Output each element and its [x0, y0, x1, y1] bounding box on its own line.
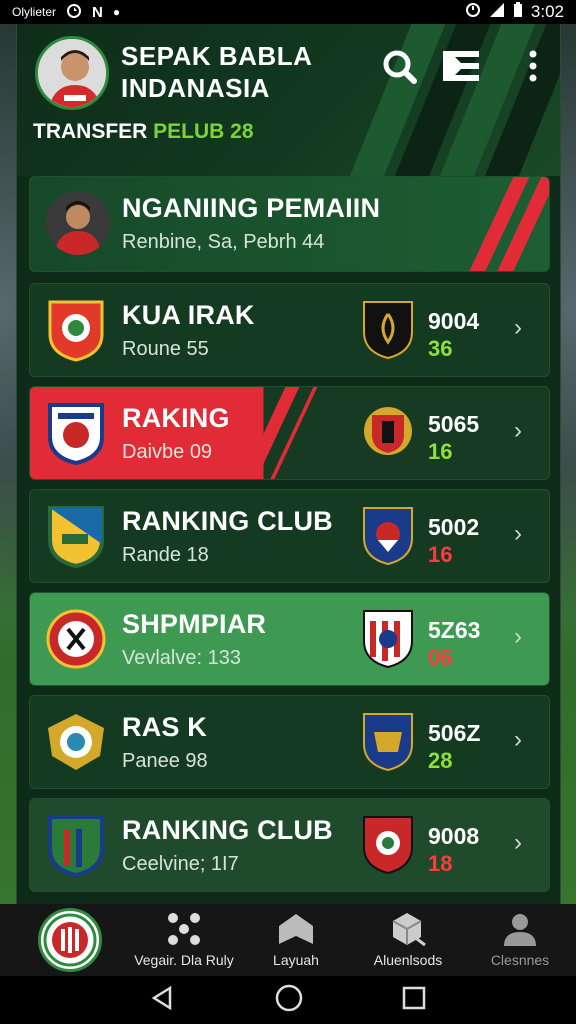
chevron-right-icon[interactable]: › — [514, 314, 522, 342]
club-name: SHPMPIAR — [122, 609, 267, 639]
featured-title: NGANIING PEMAIIN — [122, 193, 381, 223]
carrier-label: Olylieter — [12, 5, 57, 19]
chevron-right-icon[interactable]: › — [514, 829, 522, 857]
club-name: RANKING CLUB — [122, 506, 333, 536]
score-secondary: 36 — [428, 336, 453, 361]
club-name: RAS K — [122, 712, 208, 742]
app-header: SEPAK BABLA INDANASIA TRANSFER PELUB 28 — [17, 24, 560, 176]
clock: 3:02 — [530, 2, 564, 21]
more-vertical-icon[interactable] — [513, 46, 553, 86]
score-primary: 5Z63 — [428, 617, 481, 643]
score-secondary: 16 — [428, 542, 453, 567]
notification-icon: N — [92, 3, 103, 21]
list-item[interactable]: RAKING Daivbe 09 5065 16 › — [29, 386, 550, 480]
opponent-crest-icon — [360, 504, 416, 566]
club-crest-icon — [44, 401, 108, 466]
app-title: SEPAK BABLA INDANASIA — [121, 41, 312, 103]
nav-item-ranking[interactable]: Vegair. Dla Ruly — [128, 904, 240, 976]
list-item[interactable]: KUA IRAK Roune 55 9004 36 › — [29, 283, 550, 377]
nav-label: Aluenlsods — [373, 952, 443, 968]
nav-label: Layuah — [273, 952, 319, 968]
club-round: Roune 55 — [122, 338, 209, 360]
list-item[interactable]: RANKING CLUB Ceelvine; 1I7 9008 18 › — [29, 798, 550, 892]
featured-player-card[interactable]: NGANIING PEMAIIN Renbine, Sa, Pebrh 44 — [29, 176, 550, 272]
score-secondary: 28 — [428, 748, 453, 773]
dot-icon: ● — [112, 5, 121, 19]
signal-icon — [489, 2, 505, 23]
score-secondary: 16 — [428, 439, 453, 464]
chevron-right-icon[interactable]: › — [514, 623, 522, 651]
nav-label: Vegair. Dla Ruly — [134, 952, 234, 968]
header-subtitle: TRANSFER PELUB 28 — [33, 120, 254, 144]
main-panel: SEPAK BABLA INDANASIA TRANSFER PELUB 28 … — [16, 24, 561, 904]
opponent-crest-icon — [360, 401, 416, 463]
status-bar: Olylieter N ● 3:02 — [0, 0, 576, 24]
chevron-right-icon[interactable]: › — [514, 417, 522, 445]
featured-subtitle: Renbine, Sa, Pebrh 44 — [122, 231, 325, 253]
bottom-navigation: Vegair. Dla Ruly Layuah Aluenlsods Clesn… — [0, 904, 576, 976]
score-secondary: 18 — [428, 851, 453, 876]
list-item[interactable]: SHPMPIAR Vevlalve: 133 5Z63 06 › — [29, 592, 550, 686]
battery-icon — [513, 1, 523, 23]
home-icon — [277, 910, 315, 948]
recents-icon[interactable] — [402, 986, 426, 1015]
list-item[interactable]: RAS K Panee 98 506Z 28 › — [29, 695, 550, 789]
club-name: KUA IRAK — [122, 300, 255, 330]
opponent-crest-icon — [360, 813, 416, 875]
nav-item-clesnnes[interactable]: Clesnnes — [464, 904, 576, 976]
score-primary: 5002 — [428, 514, 480, 540]
club-round: Ceelvine; 1I7 — [122, 853, 239, 875]
score-primary: 9004 — [428, 308, 480, 334]
alarm-icon — [465, 2, 481, 23]
box-icon — [389, 910, 427, 948]
opponent-crest-icon — [360, 607, 416, 669]
score-secondary: 06 — [428, 645, 453, 670]
chevron-right-icon[interactable]: › — [514, 726, 522, 754]
back-icon[interactable] — [150, 985, 176, 1016]
club-round: Rande 18 — [122, 544, 209, 566]
player-avatar[interactable] — [35, 36, 109, 110]
nav-item-layuah[interactable]: Layuah — [240, 904, 352, 976]
home-crest-button[interactable] — [38, 908, 102, 972]
news-icon[interactable] — [441, 46, 481, 86]
club-name: RAKING — [122, 403, 230, 433]
subtitle-main: TRANSFER — [33, 120, 154, 143]
dots-icon — [167, 910, 201, 948]
club-crest-icon — [44, 607, 108, 671]
nav-label: Clesnnes — [490, 952, 550, 968]
club-round: Daivbe 09 — [122, 441, 213, 463]
system-navigation-bar — [0, 976, 576, 1024]
nav-item-aluenlsods[interactable]: Aluenlsods — [352, 904, 464, 976]
player-photo — [46, 191, 110, 255]
club-crest-icon — [44, 504, 108, 569]
score-primary: 9008 — [428, 823, 480, 849]
person-icon — [502, 910, 538, 948]
score-primary: 506Z — [428, 720, 481, 746]
club-round: Panee 98 — [122, 750, 208, 772]
score-primary: 5065 — [428, 411, 480, 437]
club-crest-icon — [44, 298, 108, 362]
home-circle-icon[interactable] — [275, 984, 303, 1017]
club-crest-icon — [44, 813, 108, 878]
search-icon[interactable] — [379, 46, 419, 86]
list-item[interactable]: RANKING CLUB Rande 18 5002 16 › — [29, 489, 550, 583]
opponent-crest-icon — [360, 298, 416, 360]
subtitle-accent: PELUB 28 — [153, 120, 254, 143]
club-name: RANKING CLUB — [122, 815, 333, 845]
club-round: Vevlalve: 133 — [122, 647, 241, 669]
chevron-right-icon[interactable]: › — [514, 520, 522, 548]
opponent-crest-icon — [360, 710, 416, 772]
sync-icon — [66, 3, 82, 22]
club-crest-icon — [44, 710, 108, 774]
